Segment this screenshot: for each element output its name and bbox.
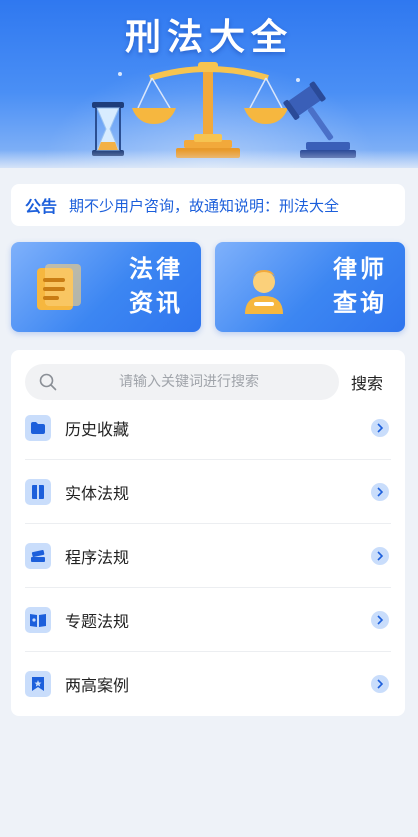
document-icon — [37, 264, 81, 310]
chevron-right-icon — [371, 546, 389, 565]
chevron-right-icon — [371, 675, 389, 693]
notice-marquee-text: 期不少用户咨询，故通知说明：刑法大全 — [69, 196, 340, 215]
search-row: 搜索 — [25, 364, 395, 400]
content-panel: 搜索 历史收藏 实体法规 程序法规 — [11, 350, 405, 716]
banner-fade — [0, 150, 418, 168]
notice-label: 公告 — [25, 197, 58, 216]
category-list: 历史收藏 实体法规 程序法规 专题法规 两高案例 — [25, 396, 391, 716]
search-input[interactable] — [69, 374, 309, 390]
list-item-procedural-law[interactable]: 程序法规 — [25, 524, 391, 588]
list-item-history-favorites[interactable]: 历史收藏 — [25, 396, 391, 460]
lawyer-search-label: 律师 查询 — [333, 255, 387, 317]
app-title: 刑法大全 — [124, 17, 293, 58]
header-banner: 刑法大全 — [0, 0, 418, 168]
list-item-label: 两高案例 — [65, 676, 130, 695]
list-item-topical-law[interactable]: 专题法规 — [25, 588, 391, 652]
lawyer-icon — [245, 270, 283, 314]
legal-news-card[interactable]: 法律 资讯 — [11, 242, 201, 332]
list-item-label: 历史收藏 — [65, 419, 130, 439]
notice-bar[interactable]: 公告 期不少用户咨询，故通知说明：刑法大全 — [11, 184, 405, 226]
list-item-two-courts-cases[interactable]: 两高案例 — [25, 652, 391, 716]
book-icon — [25, 478, 51, 505]
search-box[interactable] — [25, 364, 339, 400]
chevron-right-icon — [371, 610, 389, 629]
legal-news-label: 法律 资讯 — [129, 255, 183, 317]
chevron-right-icon — [371, 482, 389, 501]
chevron-right-icon — [371, 418, 389, 437]
bookmark-star-icon — [25, 671, 51, 697]
folder-icon — [25, 414, 51, 441]
list-item-label: 实体法规 — [65, 483, 130, 503]
books-stack-icon — [25, 542, 51, 569]
list-item-substantive-law[interactable]: 实体法规 — [25, 460, 391, 524]
search-icon — [39, 373, 57, 391]
search-button[interactable]: 搜索 — [351, 370, 383, 394]
open-book-icon — [25, 606, 51, 633]
list-item-label: 程序法规 — [65, 547, 130, 567]
list-item-label: 专题法规 — [65, 611, 130, 631]
lawyer-search-card[interactable]: 律师 查询 — [215, 242, 405, 332]
